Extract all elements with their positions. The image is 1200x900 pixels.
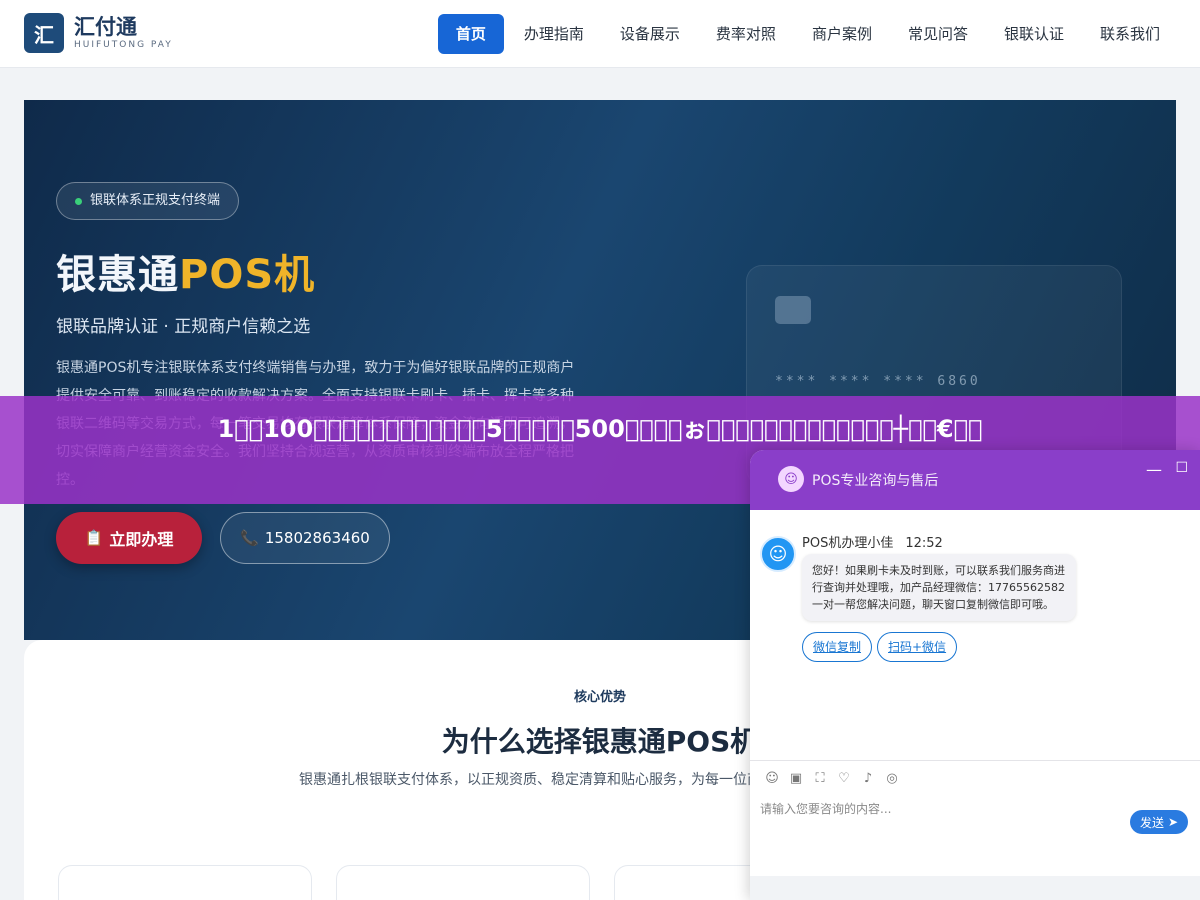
feature-card	[58, 865, 312, 900]
hero-subtitle: 银联品牌认证 · 正规商户信赖之选	[56, 317, 311, 337]
chat-title: POS专业咨询与售后	[812, 473, 939, 489]
message-bubble: 您好！如果刷卡未及时到账，可以联系我们服务商进行查询并处理哦，加产品经理微信：1…	[802, 554, 1076, 621]
agent-name: POS机办理小佳	[802, 536, 894, 551]
chat-header: ☺ POS专业咨询与售后 — ☐	[750, 450, 1200, 510]
main-nav: 首页 办理指南 设备展示 费率对照 商户案例 常见问答 银联认证 联系我们	[437, 14, 1178, 54]
agent-avatar: ☺	[760, 536, 796, 572]
hero-badge-label: 银联体系正规支付终端	[90, 193, 221, 208]
nav-item-devices[interactable]: 设备展示	[602, 14, 698, 54]
quick-reply-copy-wechat[interactable]: 微信复制	[802, 632, 873, 662]
brand-name: 汇付通	[74, 15, 137, 39]
phone-button[interactable]: 📞 15802863460	[220, 512, 390, 564]
agent-name-line: POS机办理小佳 12:52	[802, 532, 943, 551]
minimize-icon[interactable]: —	[1146, 460, 1162, 479]
card-number: **** **** **** 6860	[775, 374, 981, 389]
nav-item-unionpay[interactable]: 银联认证	[986, 14, 1082, 54]
chat-messages: ☺ POS机办理小佳 12:52 您好！如果刷卡未及时到账，可以联系我们服务商进行…	[750, 510, 1200, 760]
send-arrow-icon: ➤	[1167, 815, 1179, 829]
history-icon[interactable]: ◎	[880, 771, 904, 786]
message-time: 12:52	[905, 536, 943, 551]
screenshot-icon[interactable]: ⛶	[808, 771, 832, 786]
sound-icon[interactable]: ♪	[856, 771, 880, 786]
brand-subtitle: HUIFUTONG PAY	[74, 40, 173, 50]
feature-card	[336, 865, 590, 900]
chat-input[interactable]: 请输入您要咨询的内容...	[760, 800, 891, 817]
maximize-icon[interactable]: ☐	[1175, 460, 1188, 476]
apply-button-label: 立即办理	[109, 530, 174, 549]
nav-item-home[interactable]: 首页	[437, 14, 504, 54]
quick-reply-scan-wechat[interactable]: 扫码+微信	[877, 632, 958, 662]
apply-button[interactable]: 📋 立即办理	[56, 512, 202, 564]
site-header: 汇 汇付通 HUIFUTONG PAY 首页 办理指南 设备展示 费率对照 商户…	[0, 0, 1200, 68]
emoji-icon[interactable]: ☺	[760, 771, 784, 786]
hero-badge: 银联体系正规支付终端	[56, 182, 240, 220]
logo-mark: 汇	[24, 13, 64, 53]
nav-item-contact[interactable]: 联系我们	[1082, 14, 1178, 54]
card-chip-icon	[775, 296, 811, 324]
chat-toolbar: ☺ ▣ ⛶ ♡ ♪ ◎	[750, 760, 1200, 796]
phone-icon: 📞	[240, 529, 259, 547]
nav-item-cases[interactable]: 商户案例	[794, 14, 890, 54]
nav-item-faq[interactable]: 常见问答	[890, 14, 986, 54]
chat-widget: ☺ POS专业咨询与售后 — ☐ ☺ POS机办理小佳 12:52 您好！如果刷卡…	[750, 450, 1200, 900]
phone-number: 15802863460	[264, 529, 370, 547]
logo-text: 汇付通 HUIFUTONG PAY	[74, 16, 173, 50]
chat-footer	[750, 876, 1200, 900]
logo[interactable]: 汇 汇付通 HUIFUTONG PAY	[24, 13, 173, 53]
chat-service-icon: ☺	[778, 466, 804, 492]
nav-item-guide[interactable]: 办理指南	[506, 14, 602, 54]
image-icon[interactable]: ▣	[784, 771, 808, 786]
clipboard-icon: 📋	[84, 529, 104, 547]
status-dot-icon	[75, 197, 82, 205]
hero-title-highlight: POS机	[179, 252, 316, 298]
nav-item-rates[interactable]: 费率对照	[698, 14, 794, 54]
send-button[interactable]: 发送 ➤	[1130, 810, 1188, 834]
hero-title: 银惠通POS机	[56, 242, 315, 300]
rating-icon[interactable]: ♡	[832, 771, 856, 786]
hero-title-main: 银惠通	[56, 252, 179, 298]
send-button-label: 发送	[1139, 815, 1164, 830]
